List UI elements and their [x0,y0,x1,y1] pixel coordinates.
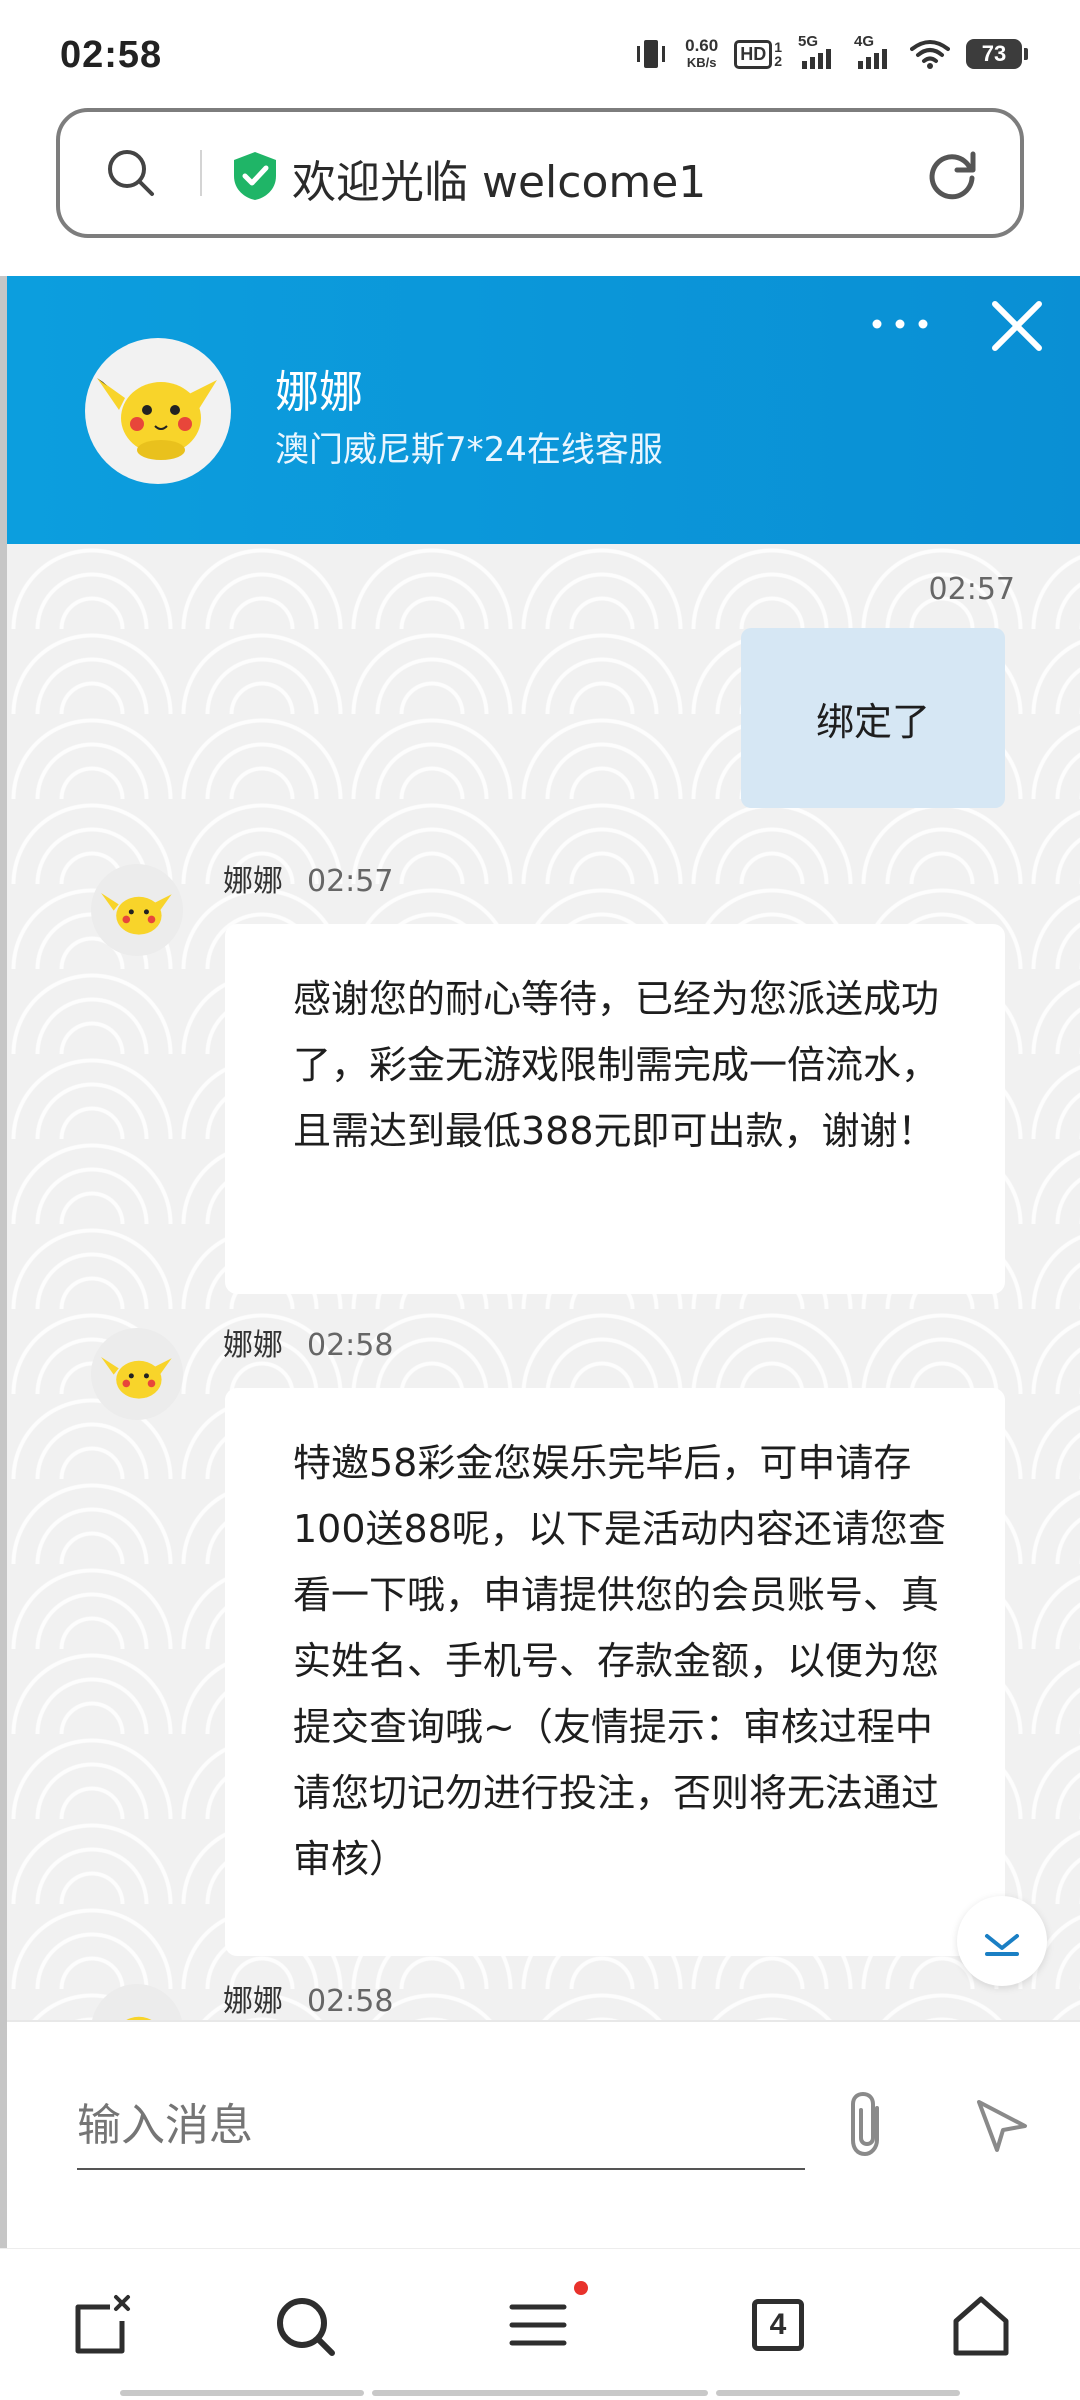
status-bar: 02:58 0.60 KB/s HD 1 2 5G 4G 73 [0,0,1080,100]
message-meta: 娜娜 02:58 [223,1320,393,1364]
sender-name: 娜娜 [223,1328,283,1363]
message-time: 02:57 [307,864,394,899]
menu-icon[interactable] [504,2291,574,2361]
tabs-button[interactable]: 4 [752,2299,822,2369]
chat-header: 娜娜 澳门威尼斯7*24在线客服 [7,276,1080,544]
gesture-bar [120,2390,364,2396]
search-icon[interactable] [270,2291,340,2361]
vibrate-icon [637,40,666,68]
agent-subtitle: 澳门威尼斯7*24在线客服 [275,430,663,470]
chat-panel: 娜娜 澳门威尼斯7*24在线客服 02:57 绑定了 娜娜 02:57 感谢您的… [0,276,1080,2248]
tabs-count: 4 [752,2299,804,2351]
message-time: 02:58 [307,1984,394,2019]
send-icon[interactable] [973,2096,1031,2154]
message-avatar [91,864,183,956]
notification-dot [574,2281,588,2295]
chat-body[interactable]: 02:57 绑定了 娜娜 02:57 感谢您的耐心等待，已经为您派送成功了，彩金无… [7,544,1080,2020]
sim-label-2: 2 [774,53,782,69]
outgoing-time: 02:57 [928,572,1015,607]
message-avatar [91,1984,183,2020]
chat-input-area [7,2020,1080,2248]
close-tab-icon[interactable] [66,2291,136,2361]
gesture-bar [372,2390,708,2396]
incoming-bubble: 特邀58彩金您娱乐完毕后，可申请存100送88呢，以下是活动内容还请您查看一下哦… [225,1388,1005,1956]
hd-indicator: HD 1 2 [734,39,782,69]
bottom-nav: 4 [0,2248,1080,2400]
net-speed-unit: KB/s [686,55,717,70]
secure-shield-icon [234,152,276,200]
hd-label: HD [734,39,773,69]
gesture-bar [716,2390,960,2396]
message-time: 02:58 [307,1328,394,1363]
status-time: 02:58 [60,34,163,76]
pikachu-avatar-icon [97,378,217,460]
wifi-icon [910,40,950,69]
signal-4g-icon: 4G [854,33,894,69]
pikachu-avatar-icon [126,2016,152,2020]
search-icon[interactable] [106,148,156,198]
attachment-icon[interactable] [843,2090,891,2158]
message-meta: 娜娜 02:57 [223,856,393,900]
url-text[interactable]: 欢迎光临 welcome1 [292,146,706,210]
scroll-to-bottom-button[interactable] [957,1896,1047,1986]
signal-1-label: 5G [798,33,819,50]
url-divider [200,150,202,196]
chevron-down-icon [985,1934,1019,1956]
net-speed-value: 0.60 [685,36,719,55]
signal-2-label: 4G [854,33,875,50]
pikachu-avatar-icon [101,892,172,935]
message-input[interactable] [77,2062,805,2170]
close-icon[interactable] [987,296,1047,356]
sender-name: 娜娜 [223,864,283,899]
pikachu-avatar-icon [101,1356,172,1399]
sim-label-1: 1 [774,39,782,55]
agent-name: 娜娜 [275,367,363,418]
message-meta: 娜娜 02:58 [223,1976,393,2020]
incoming-bubble: 感谢您的耐心等待，已经为您派送成功了，彩金无游戏限制需完成一倍流水，且需达到最低… [225,924,1005,1294]
sim-labels: 1 2 [774,40,782,68]
battery-indicator: 73 [966,39,1028,69]
url-bar[interactable]: 欢迎光临 welcome1 [56,108,1024,238]
home-icon[interactable] [946,2291,1016,2361]
reload-icon[interactable] [924,146,980,202]
net-speed: 0.60 KB/s [685,37,718,71]
agent-avatar [85,338,231,484]
signal-5g-icon: 5G [798,33,838,69]
message-avatar [91,1328,183,1420]
sender-name: 娜娜 [223,1984,283,2019]
status-icons: 0.60 KB/s HD 1 2 5G 4G 73 [633,33,1028,72]
outgoing-bubble: 绑定了 [741,628,1005,808]
more-options-icon[interactable] [865,304,935,344]
